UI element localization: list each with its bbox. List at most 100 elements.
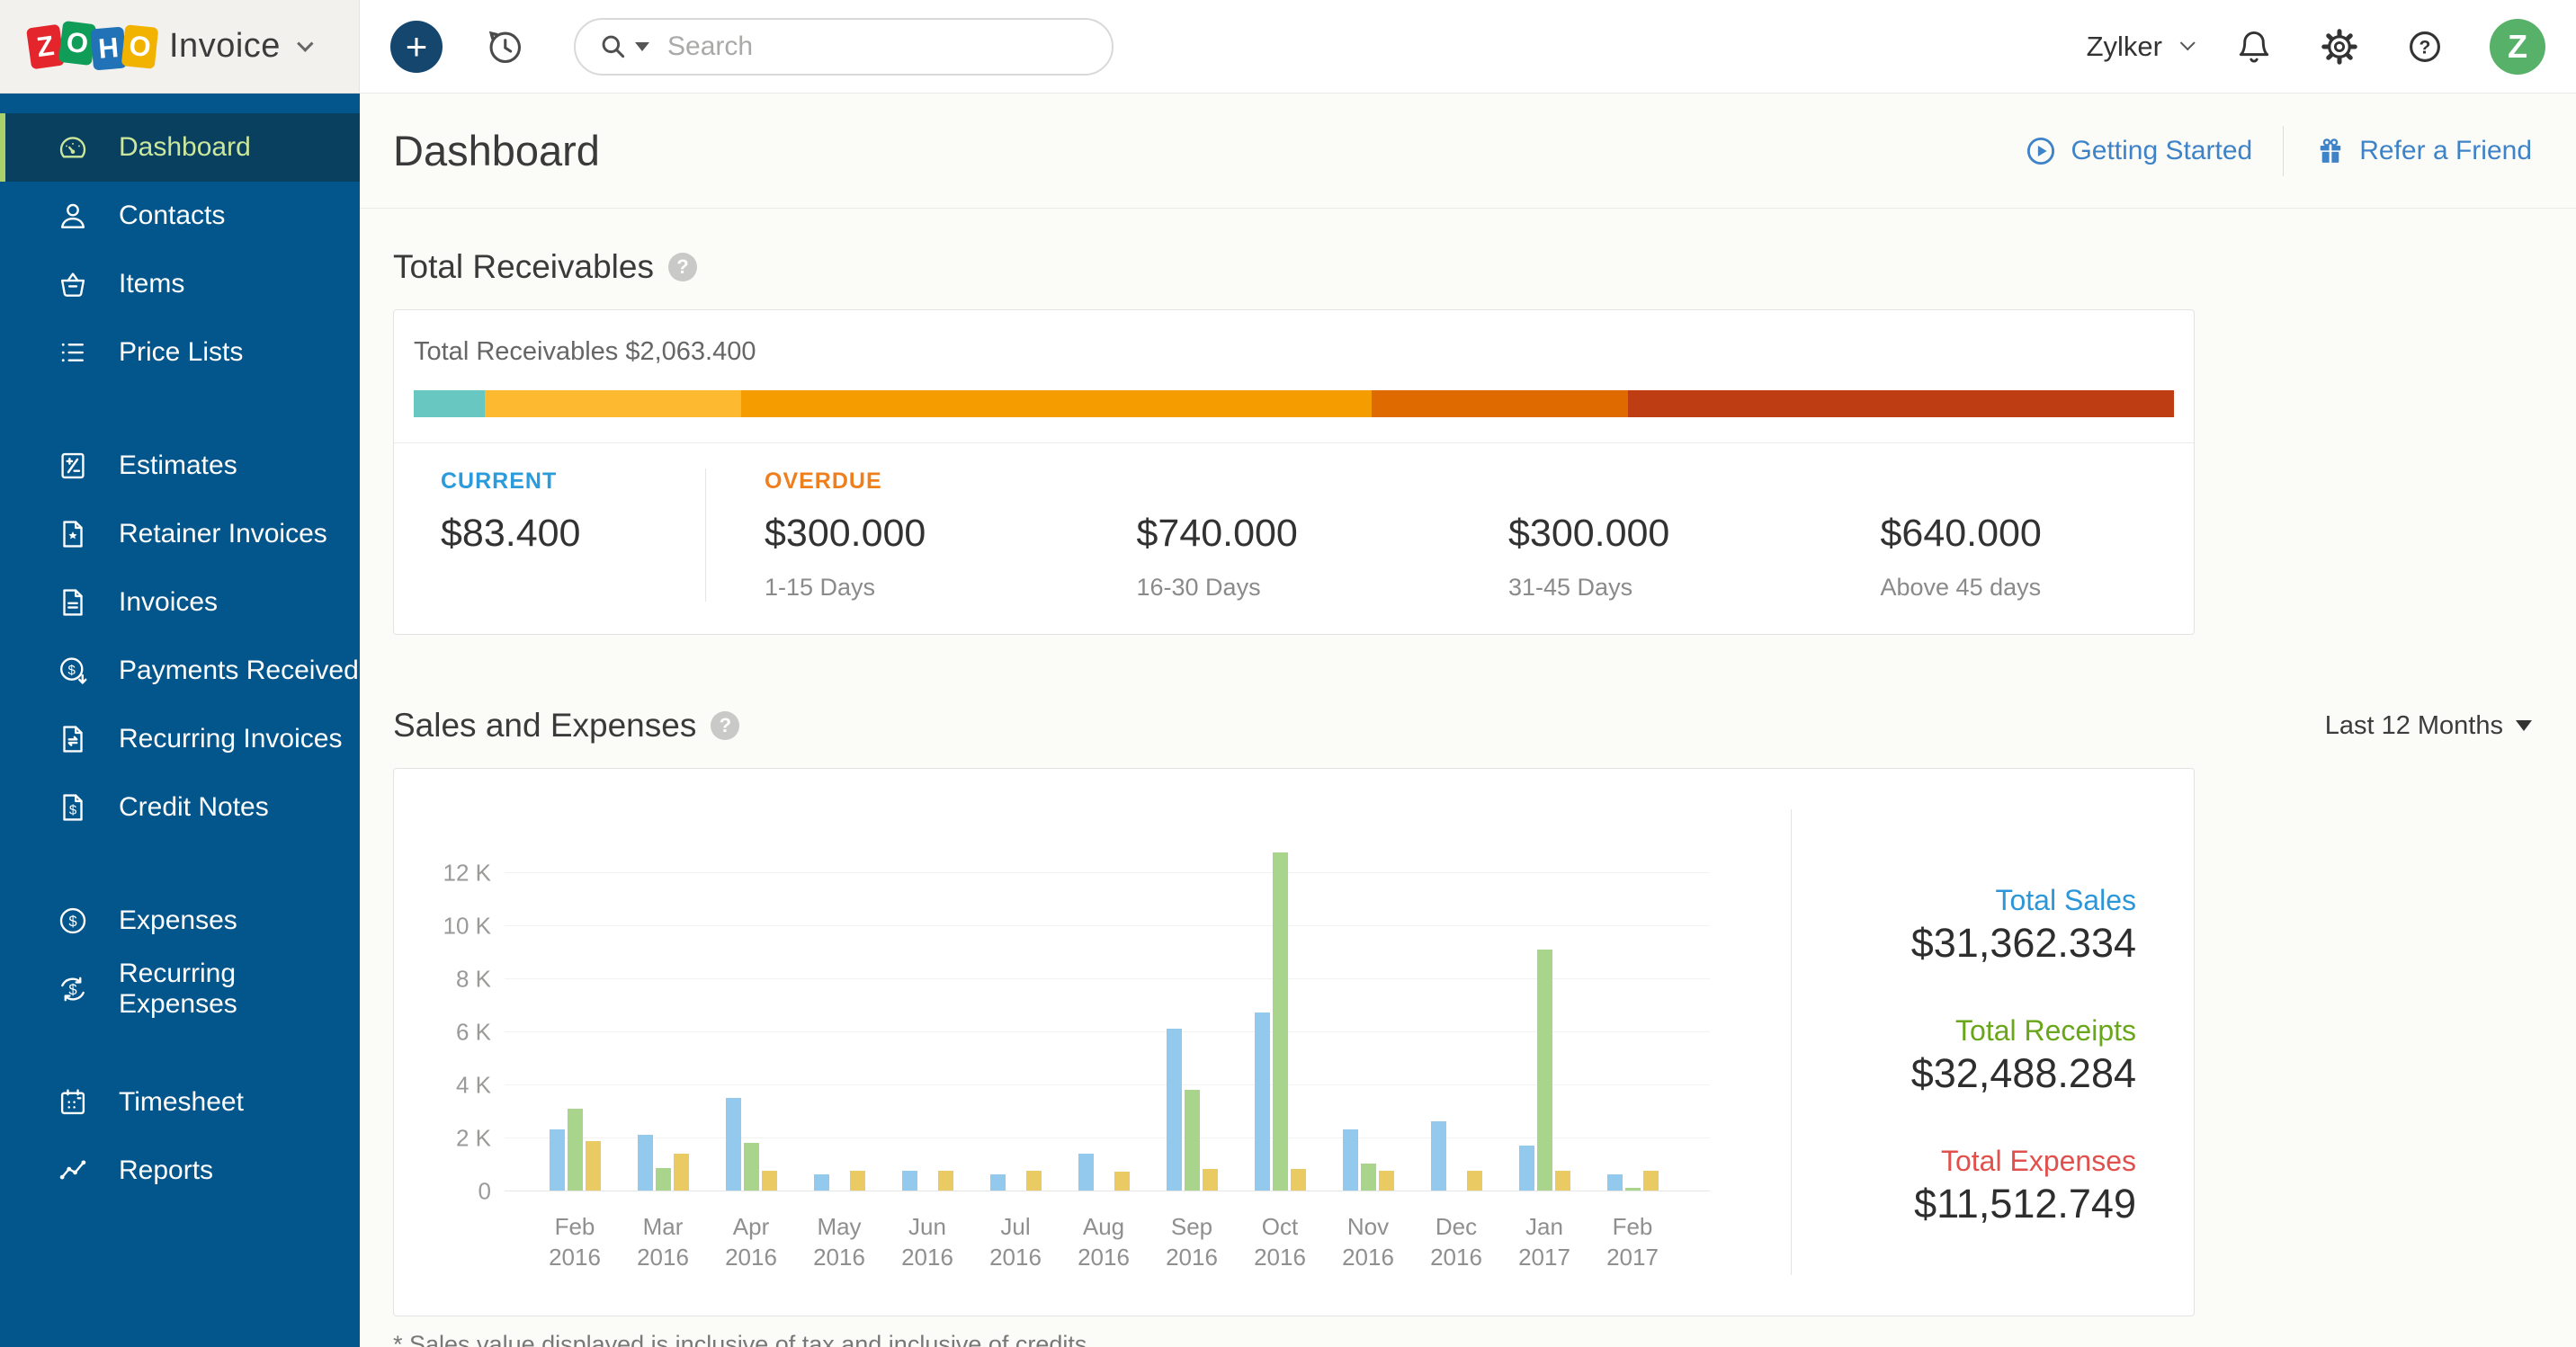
chevron-down-icon (2180, 35, 2196, 50)
chart-y-axis: 02 K4 K6 K8 K10 K12 K (421, 845, 491, 1191)
retainer-invoices-icon (56, 517, 90, 551)
timesheet-icon (56, 1085, 90, 1120)
bar-receipts (1625, 1188, 1641, 1191)
aging-segment-16-30-days (741, 390, 1373, 417)
org-switcher[interactable]: Zylker (2087, 31, 2189, 63)
total-label: Total Sales (1911, 882, 2136, 918)
overdue-label (1508, 468, 1822, 512)
y-tick-label: 8 K (421, 966, 491, 994)
search-scope-caret-icon[interactable] (635, 42, 649, 51)
sales-footnote: * Sales value displayed is inclusive of … (393, 1331, 2576, 1347)
help-icon: ? (2405, 27, 2445, 67)
sales-expenses-section-head: Sales and Expenses Last 12 Months (393, 707, 2532, 745)
svg-text:?: ? (2419, 37, 2431, 58)
date-range-dropdown[interactable]: Last 12 Months (2325, 711, 2532, 741)
dashboard-icon (56, 130, 90, 165)
y-tick-label: 6 K (421, 1019, 491, 1047)
sales-expenses-section-title: Sales and Expenses (393, 707, 696, 745)
overdue-bucket: OVERDUE $300.000 1-15 Days (706, 468, 1078, 602)
sidebar-item-credit-notes[interactable]: $ Credit Notes (0, 773, 360, 842)
bar-expenses (1291, 1169, 1306, 1191)
x-tick-label: Oct2016 (1236, 1211, 1324, 1272)
bar-group (1255, 852, 1306, 1191)
bar-group (726, 1098, 777, 1191)
sidebar-item-label: Contacts (119, 201, 225, 231)
brand-switcher[interactable]: Z O H O Invoice (0, 0, 360, 94)
sales-expenses-help-icon[interactable] (711, 711, 739, 740)
global-search[interactable] (574, 18, 1114, 76)
sidebar-item-invoices[interactable]: Invoices (0, 568, 360, 637)
bar-expenses (1555, 1171, 1570, 1191)
sidebar-item-reports[interactable]: Reports (0, 1137, 360, 1205)
bucket-period: 16-30 Days (1137, 574, 1451, 602)
bar-expenses (1379, 1171, 1394, 1191)
sidebar-item-payments-received[interactable]: $ Payments Received (0, 637, 360, 705)
search-input[interactable] (667, 31, 1088, 62)
bar-expenses (938, 1171, 953, 1191)
bar-sales (1167, 1029, 1182, 1191)
bucket-amount: $740.000 (1137, 512, 1451, 556)
price-lists-icon (56, 335, 90, 370)
bucket-period: 31-45 Days (1508, 574, 1822, 602)
receivables-summary: Total Receivables $2,063.400 (414, 337, 2174, 367)
receivables-aging-bar (414, 390, 2174, 417)
sidebar-item-items[interactable]: Items (0, 250, 360, 318)
sidebar-item-price-lists[interactable]: Price Lists (0, 318, 360, 387)
user-avatar[interactable]: Z (2490, 19, 2545, 75)
sidebar-item-label: Estimates (119, 450, 237, 481)
bucket-amount: $300.000 (765, 512, 1078, 556)
zoho-invoice-app: Z O H O Invoice (0, 0, 2576, 1347)
sidebar-item-contacts[interactable]: Contacts (0, 182, 360, 250)
aging-segment-31-45-days (1372, 390, 1628, 417)
overdue-bucket: $740.000 16-30 Days (1078, 468, 1451, 602)
sidebar-item-retainer-invoices[interactable]: Retainer Invoices (0, 500, 360, 568)
bar-receipts (744, 1143, 759, 1191)
sidebar-item-recurring-expenses[interactable]: $ Recurring Expenses (0, 955, 360, 1023)
x-tick-label: Apr2016 (707, 1211, 795, 1272)
settings-button[interactable] (2319, 26, 2360, 67)
current-amount: $83.400 (441, 512, 705, 556)
total-value: $11,512.749 (1914, 1179, 2136, 1229)
overdue-label (1881, 468, 2195, 512)
total-label: Total Expenses (1914, 1143, 2136, 1179)
sidebar-item-expenses[interactable]: $ Expenses (0, 887, 360, 955)
bar-sales (814, 1174, 829, 1191)
getting-started-link[interactable]: Getting Started (2024, 134, 2252, 168)
overdue-label (1137, 468, 1451, 512)
refer-a-friend-link[interactable]: Refer a Friend (2314, 135, 2532, 167)
bar-expenses (1026, 1171, 1042, 1191)
sidebar-item-label: Retainer Invoices (119, 519, 327, 549)
x-tick-label: Dec2016 (1412, 1211, 1500, 1272)
sidebar-item-recurring-invoices[interactable]: Recurring Invoices (0, 705, 360, 773)
y-tick-label: 12 K (421, 860, 491, 888)
bar-group (814, 1171, 865, 1191)
receivables-section-title: Total Receivables (393, 248, 654, 286)
sidebar-item-estimates[interactable]: Estimates (0, 432, 360, 500)
reports-icon (56, 1154, 90, 1188)
receivables-total-value: $2,063.400 (625, 337, 756, 366)
sidebar-item-timesheet[interactable]: Timesheet (0, 1068, 360, 1137)
svg-text:$: $ (69, 802, 77, 817)
bar-group (990, 1171, 1042, 1191)
page-title: Dashboard (393, 126, 600, 175)
recent-history-button[interactable] (484, 26, 525, 67)
product-name: Invoice (169, 27, 281, 66)
page-header: Dashboard Getting Started (360, 94, 2576, 209)
x-tick-label: May2016 (795, 1211, 883, 1272)
sidebar-item-dashboard[interactable]: Dashboard (0, 113, 360, 182)
bell-icon (2234, 27, 2274, 67)
notifications-button[interactable] (2234, 27, 2274, 67)
x-tick-label: Jun2016 (883, 1211, 971, 1272)
estimates-icon (56, 449, 90, 483)
bar-sales (1607, 1174, 1623, 1191)
bar-sales (726, 1098, 741, 1191)
sidebar-item-label: Recurring Expenses (119, 959, 360, 1020)
help-button[interactable]: ? (2405, 27, 2445, 67)
svg-text:$: $ (68, 663, 76, 678)
receivables-help-icon[interactable] (668, 253, 697, 281)
zoho-logo-letter: Z (26, 23, 65, 69)
aging-segment-above-45-days (1628, 390, 2174, 417)
sidebar-item-label: Payments Received (119, 656, 359, 686)
overdue-bucket: $300.000 31-45 Days (1450, 468, 1822, 602)
quick-create-button[interactable] (390, 21, 443, 73)
